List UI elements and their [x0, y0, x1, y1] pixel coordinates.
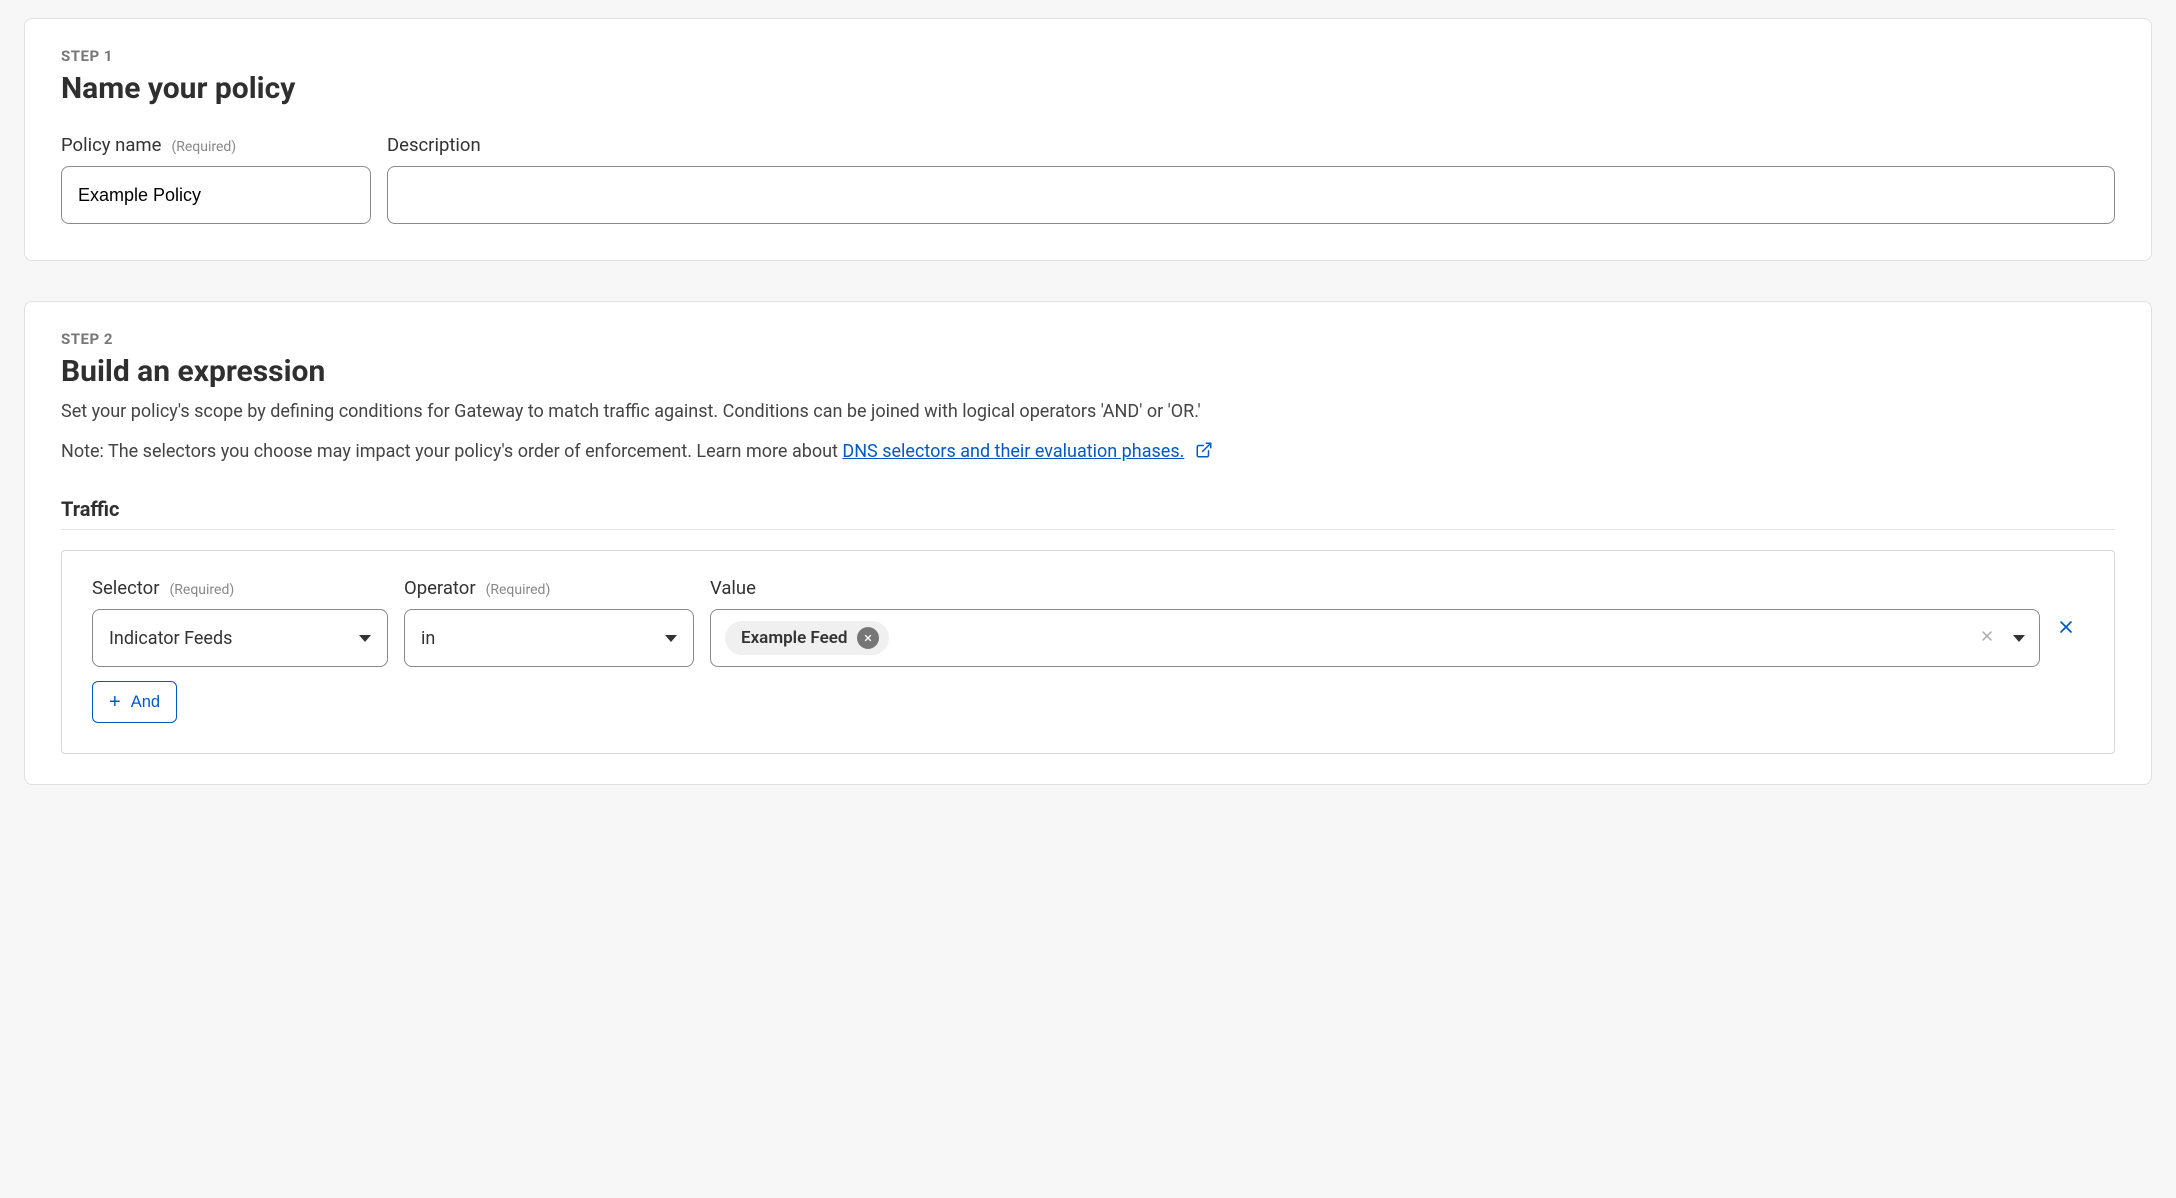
- external-link-icon: [1195, 441, 1213, 467]
- and-button-label: And: [131, 693, 160, 712]
- operator-select[interactable]: in: [404, 609, 694, 667]
- dns-selectors-link[interactable]: DNS selectors and their evaluation phase…: [842, 441, 1184, 462]
- step2-note: Note: The selectors you choose may impac…: [61, 439, 2115, 467]
- expression-row: Selector (Required) Indicator Feeds + An…: [92, 577, 2084, 723]
- selector-required: (Required): [169, 582, 234, 598]
- operator-column: Operator (Required) in: [404, 577, 694, 667]
- chip-remove-icon[interactable]: [857, 627, 879, 649]
- step1-card: STEP 1 Name your policy Policy name (Req…: [24, 18, 2152, 261]
- selector-select[interactable]: Indicator Feeds: [92, 609, 388, 667]
- step2-title: Build an expression: [61, 354, 2115, 389]
- chevron-down-icon: [665, 635, 677, 642]
- selector-label: Selector: [92, 577, 159, 599]
- delete-column: [2056, 577, 2084, 641]
- description-group: Description: [387, 134, 2115, 224]
- value-chip: Example Feed: [725, 621, 889, 655]
- value-label: Value: [710, 577, 756, 599]
- policy-name-label: Policy name: [61, 134, 161, 156]
- delete-condition-button[interactable]: [2056, 622, 2076, 641]
- value-column: Value Example Feed: [710, 577, 2040, 667]
- chevron-down-icon: [2013, 635, 2025, 642]
- step2-label: STEP 2: [61, 330, 2115, 348]
- chevron-down-icon: [359, 635, 371, 642]
- add-and-button[interactable]: + And: [92, 681, 177, 723]
- operator-value: in: [421, 628, 435, 649]
- value-chip-label: Example Feed: [741, 628, 847, 648]
- description-label: Description: [387, 134, 481, 156]
- policy-name-required: (Required): [171, 139, 236, 155]
- operator-label: Operator: [404, 577, 476, 599]
- step2-card: STEP 2 Build an expression Set your poli…: [24, 301, 2152, 785]
- expression-group: Selector (Required) Indicator Feeds + An…: [61, 550, 2115, 754]
- policy-name-group: Policy name (Required): [61, 134, 371, 224]
- selector-column: Selector (Required) Indicator Feeds + An…: [92, 577, 388, 723]
- traffic-heading: Traffic: [61, 497, 2115, 530]
- selector-value: Indicator Feeds: [109, 628, 232, 649]
- description-input[interactable]: [387, 166, 2115, 224]
- step1-label: STEP 1: [61, 47, 2115, 65]
- value-multiselect[interactable]: Example Feed: [710, 609, 2040, 667]
- plus-icon: +: [109, 692, 121, 712]
- operator-required: (Required): [486, 582, 551, 598]
- policy-name-input[interactable]: [61, 166, 371, 224]
- clear-values-icon[interactable]: [1971, 628, 2003, 649]
- step2-description: Set your policy's scope by defining cond…: [61, 399, 2115, 425]
- step2-note-prefix: Note: The selectors you choose may impac…: [61, 441, 842, 462]
- step1-title: Name your policy: [61, 71, 2115, 106]
